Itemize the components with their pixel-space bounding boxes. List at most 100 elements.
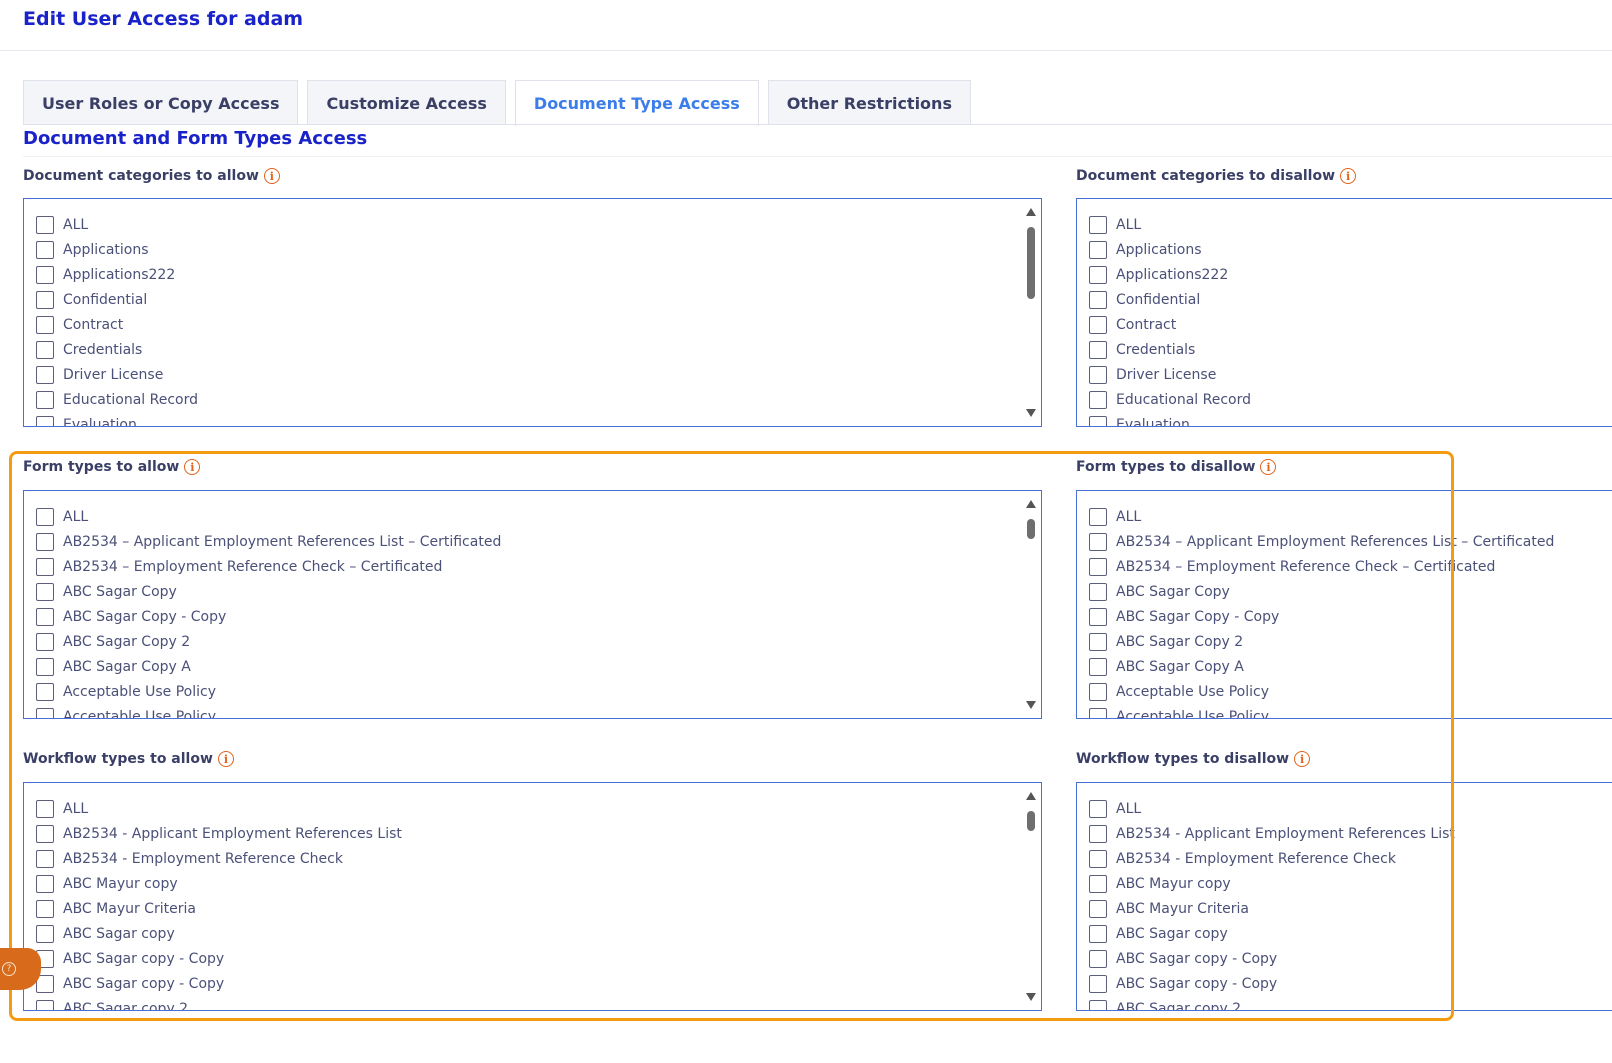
- list-item[interactable]: Acceptable Use Policy: [36, 704, 1017, 718]
- list-item[interactable]: ABC Sagar copy - Copy: [36, 971, 1017, 996]
- checkbox[interactable]: [1089, 824, 1107, 843]
- list-item[interactable]: ABC Sagar Copy A: [1089, 654, 1591, 679]
- list-item[interactable]: Acceptable Use Policy: [1089, 704, 1591, 718]
- list-item[interactable]: AB2534 - Applicant Employment References…: [1089, 821, 1591, 846]
- checkbox[interactable]: [1089, 507, 1107, 526]
- checkbox[interactable]: [36, 390, 54, 409]
- list-item[interactable]: ABC Sagar Copy: [36, 579, 1017, 604]
- checkbox[interactable]: [1089, 265, 1107, 284]
- list-item[interactable]: Evaluation: [36, 412, 1017, 426]
- list-item[interactable]: Educational Record: [1089, 387, 1591, 412]
- checkbox[interactable]: [36, 365, 54, 384]
- checkbox[interactable]: [1089, 874, 1107, 893]
- list-item[interactable]: ALL: [1089, 212, 1591, 237]
- checkbox[interactable]: [1089, 949, 1107, 968]
- checkbox[interactable]: [36, 557, 54, 576]
- scrollbar[interactable]: [1025, 205, 1037, 420]
- list-item[interactable]: ABC Sagar copy 2: [36, 996, 1017, 1010]
- checkbox[interactable]: [36, 632, 54, 651]
- list-item[interactable]: AB2534 – Employment Reference Check – Ce…: [36, 554, 1017, 579]
- list-item[interactable]: Credentials: [1089, 337, 1591, 362]
- list-item[interactable]: AB2534 - Employment Reference Check: [1089, 846, 1591, 871]
- checkbox[interactable]: [1089, 607, 1107, 626]
- info-icon[interactable]: i: [263, 168, 280, 184]
- checkbox[interactable]: [36, 799, 54, 818]
- list-item[interactable]: ABC Sagar Copy - Copy: [36, 604, 1017, 629]
- scroll-up-arrow-icon[interactable]: [1026, 208, 1036, 216]
- checkbox[interactable]: [1089, 365, 1107, 384]
- list-item[interactable]: ABC Sagar Copy A: [36, 654, 1017, 679]
- list-item[interactable]: AB2534 – Applicant Employment References…: [1089, 529, 1591, 554]
- checkbox[interactable]: [1089, 799, 1107, 818]
- tab-other-restrictions[interactable]: Other Restrictions: [767, 80, 971, 125]
- scrollbar[interactable]: [1025, 789, 1037, 1004]
- scrollbar[interactable]: [1025, 497, 1037, 712]
- checkbox[interactable]: [1089, 532, 1107, 551]
- checkbox[interactable]: [1089, 924, 1107, 943]
- checkbox[interactable]: [1089, 682, 1107, 701]
- checkbox[interactable]: [36, 682, 54, 701]
- checkbox[interactable]: [36, 874, 54, 893]
- checkbox[interactable]: [36, 415, 54, 426]
- list-item[interactable]: Driver License: [36, 362, 1017, 387]
- checkbox[interactable]: [36, 899, 54, 918]
- checkbox[interactable]: [36, 607, 54, 626]
- list-item[interactable]: ABC Sagar copy - Copy: [36, 946, 1017, 971]
- checkbox[interactable]: [36, 999, 54, 1010]
- help-button[interactable]: ?: [0, 948, 41, 990]
- checkbox[interactable]: [1089, 999, 1107, 1010]
- list-item[interactable]: ABC Sagar copy 2: [1089, 996, 1591, 1010]
- checkbox[interactable]: [36, 657, 54, 676]
- info-icon[interactable]: i: [1294, 751, 1311, 767]
- list-item[interactable]: ALL: [1089, 796, 1591, 821]
- checkbox[interactable]: [1089, 390, 1107, 409]
- list-item[interactable]: ABC Mayur copy: [36, 871, 1017, 896]
- scroll-up-arrow-icon[interactable]: [1026, 792, 1036, 800]
- checkbox[interactable]: [1089, 707, 1107, 718]
- checkbox[interactable]: [1089, 899, 1107, 918]
- list-item[interactable]: Confidential: [1089, 287, 1591, 312]
- list-item[interactable]: ABC Mayur Criteria: [1089, 896, 1591, 921]
- list-item[interactable]: Contract: [1089, 312, 1591, 337]
- info-icon[interactable]: i: [217, 751, 234, 767]
- checkbox[interactable]: [1089, 849, 1107, 868]
- list-item[interactable]: AB2534 - Applicant Employment References…: [36, 821, 1017, 846]
- list-item[interactable]: ABC Sagar Copy 2: [1089, 629, 1591, 654]
- list-item[interactable]: Driver License: [1089, 362, 1591, 387]
- checkbox[interactable]: [36, 215, 54, 234]
- checkbox[interactable]: [1089, 315, 1107, 334]
- checkbox[interactable]: [1089, 557, 1107, 576]
- checkbox[interactable]: [1089, 974, 1107, 993]
- checkbox[interactable]: [1089, 240, 1107, 259]
- checkbox[interactable]: [1089, 340, 1107, 359]
- scroll-down-arrow-icon[interactable]: [1026, 993, 1036, 1001]
- list-item[interactable]: ABC Sagar copy: [1089, 921, 1591, 946]
- checkbox[interactable]: [36, 240, 54, 259]
- list-item[interactable]: ALL: [36, 504, 1017, 529]
- checkbox[interactable]: [36, 924, 54, 943]
- checkbox[interactable]: [36, 315, 54, 334]
- info-icon[interactable]: i: [1260, 459, 1277, 475]
- checkbox[interactable]: [36, 532, 54, 551]
- list-item[interactable]: ALL: [36, 212, 1017, 237]
- checkbox[interactable]: [36, 340, 54, 359]
- list-item[interactable]: Credentials: [36, 337, 1017, 362]
- list-item[interactable]: Acceptable Use Policy: [1089, 679, 1591, 704]
- list-item[interactable]: Acceptable Use Policy: [36, 679, 1017, 704]
- tab-user-roles[interactable]: User Roles or Copy Access: [23, 80, 299, 125]
- form-disallow-listbox[interactable]: ALL AB2534 – Applicant Employment Referen…: [1076, 490, 1612, 719]
- scroll-down-arrow-icon[interactable]: [1026, 701, 1036, 709]
- info-icon[interactable]: i: [1340, 168, 1357, 184]
- workflow-disallow-listbox[interactable]: ALL AB2534 - Applicant Employment Referen…: [1076, 782, 1612, 1011]
- checkbox[interactable]: [1089, 632, 1107, 651]
- list-item[interactable]: Applications222: [36, 262, 1017, 287]
- list-item[interactable]: Contract: [36, 312, 1017, 337]
- workflow-allow-listbox[interactable]: ALL AB2534 - Applicant Employment Referen…: [23, 782, 1042, 1011]
- list-item[interactable]: ABC Sagar copy - Copy: [1089, 971, 1591, 996]
- list-item[interactable]: ABC Sagar copy: [36, 921, 1017, 946]
- checkbox[interactable]: [36, 849, 54, 868]
- checkbox[interactable]: [36, 824, 54, 843]
- scroll-thumb[interactable]: [1027, 227, 1035, 299]
- tab-customize-access[interactable]: Customize Access: [307, 80, 506, 125]
- form-allow-listbox[interactable]: ALL AB2534 – Applicant Employment Referen…: [23, 490, 1042, 719]
